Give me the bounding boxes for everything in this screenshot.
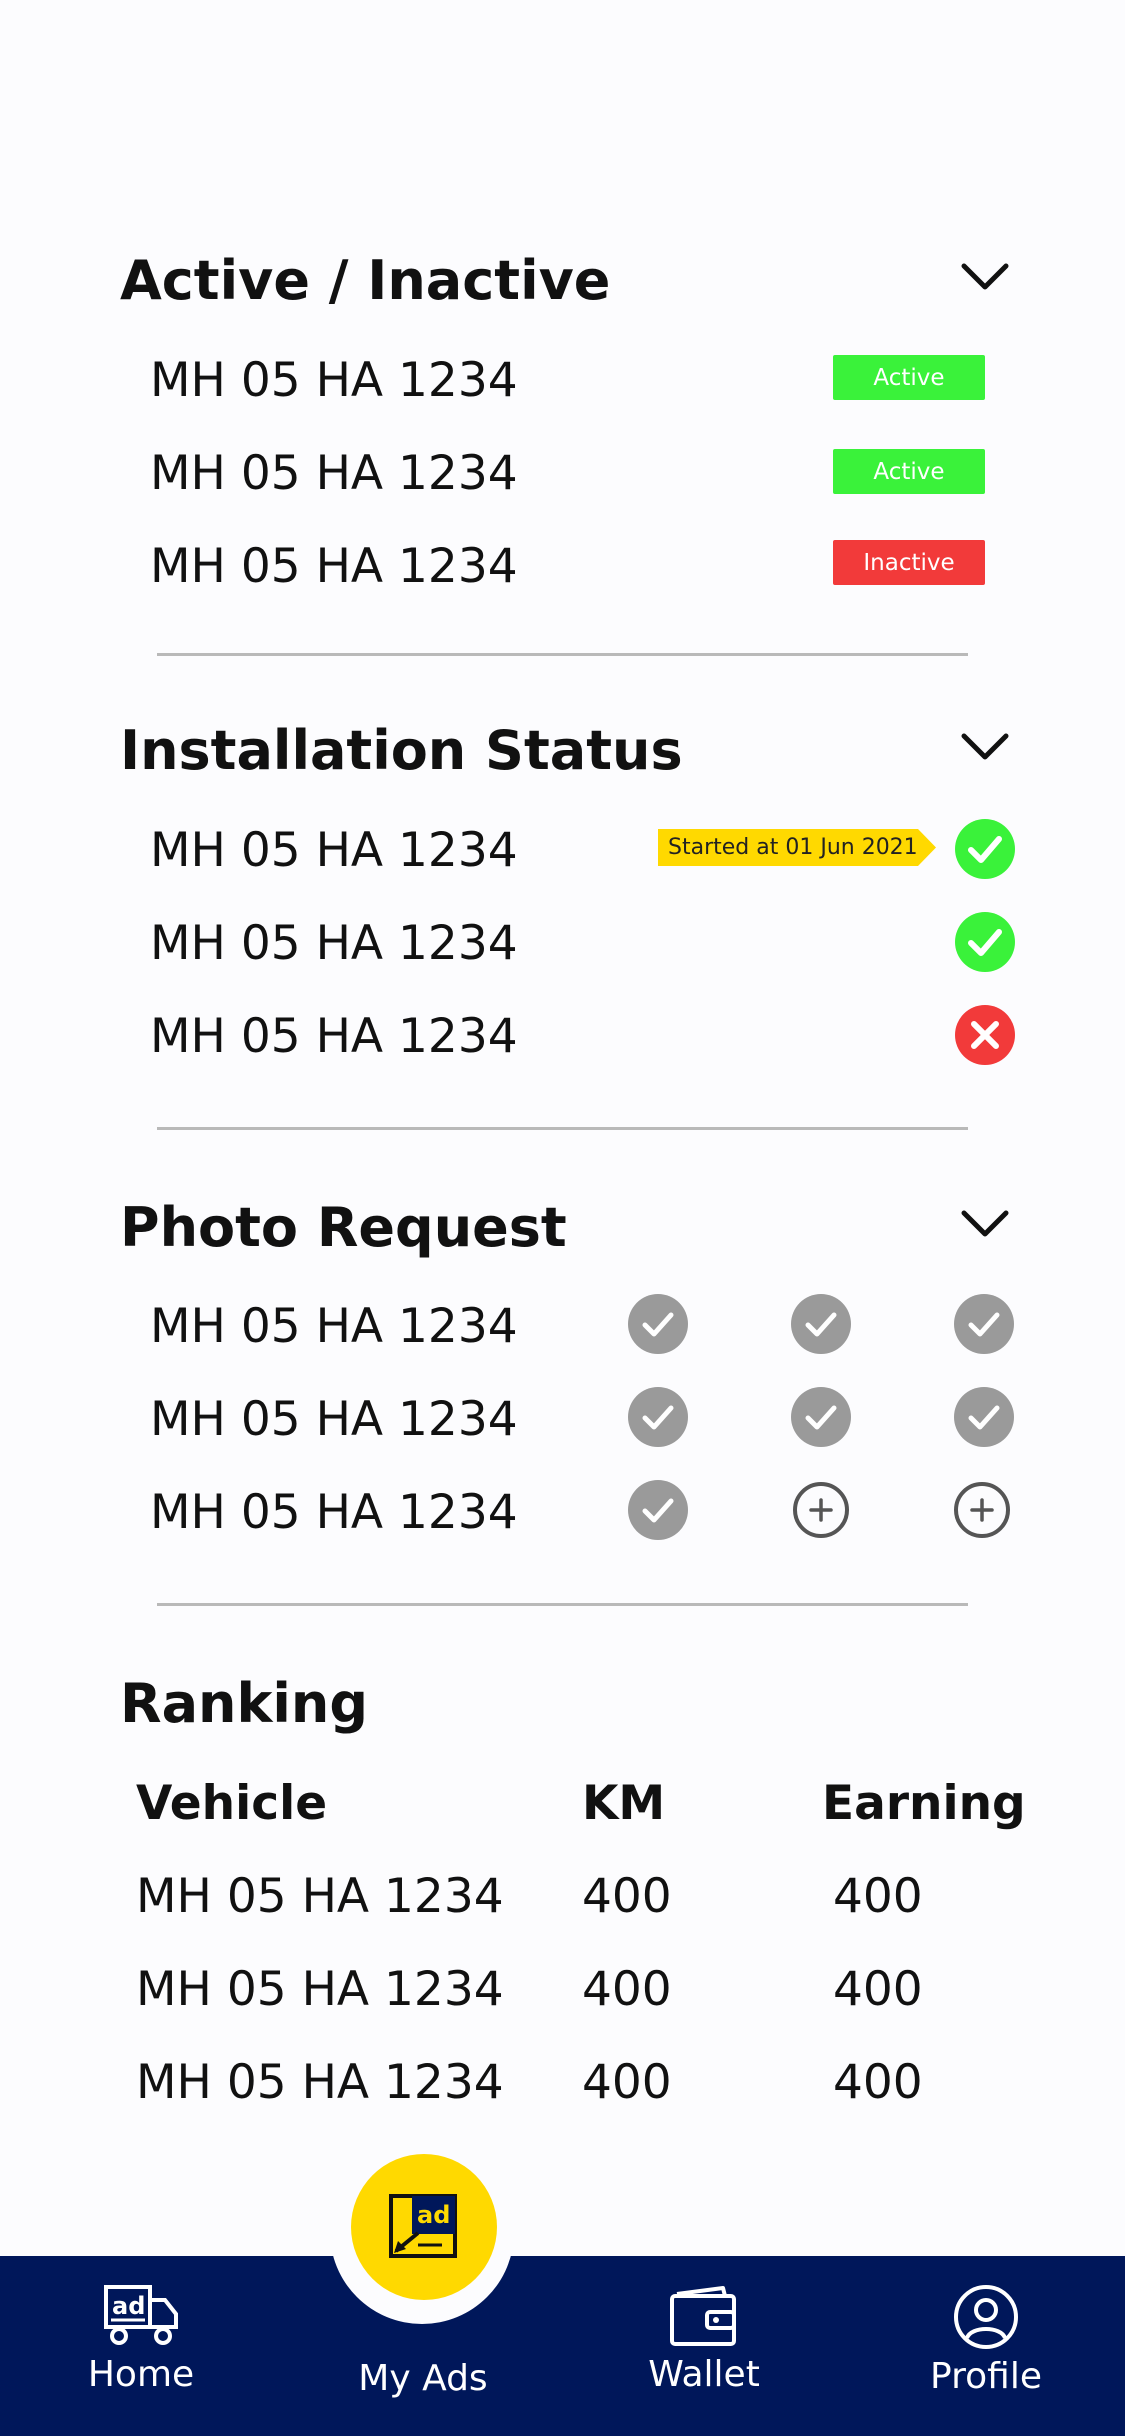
chevron-down-icon[interactable]	[960, 262, 1010, 292]
check-circle-icon	[954, 911, 1016, 973]
check-gray-icon[interactable]	[627, 1293, 689, 1355]
ranking-header-km: KM	[582, 1776, 666, 1831]
section-title-ranking: Ranking	[120, 1672, 368, 1735]
nav-wallet-label: Wallet	[648, 2354, 760, 2395]
section-title-active: Active / Inactive	[120, 249, 611, 312]
vehicle-label: MH 05 HA 1234	[150, 539, 518, 594]
status-badge: Active	[833, 355, 985, 400]
vehicle-label: MH 05 HA 1234	[150, 1485, 518, 1540]
ranking-vehicle: MH 05 HA 1234	[136, 1869, 504, 1924]
check-circle-icon	[954, 818, 1016, 880]
ad-icon: ad	[389, 2194, 457, 2258]
check-gray-icon[interactable]	[790, 1293, 852, 1355]
bottom-nav: ad Home My Ads Wallet Profile	[0, 2256, 1125, 2436]
started-tag: Started at 01 Jun 2021	[658, 829, 940, 866]
vehicle-label: MH 05 HA 1234	[150, 1299, 518, 1354]
svg-text:ad: ad	[112, 2292, 145, 2320]
wallet-icon	[670, 2286, 736, 2346]
ranking-vehicle: MH 05 HA 1234	[136, 1962, 504, 2017]
divider	[157, 653, 968, 656]
status-badge: Inactive	[833, 540, 985, 585]
chevron-down-icon[interactable]	[960, 732, 1010, 762]
add-photo-icon[interactable]	[790, 1479, 852, 1541]
section-title-photo: Photo Request	[120, 1196, 567, 1259]
my-ads-fab-button[interactable]: ad	[351, 2154, 497, 2300]
check-gray-icon[interactable]	[790, 1386, 852, 1448]
ranking-earning: 400	[833, 1869, 923, 1924]
ranking-header-vehicle: Vehicle	[136, 1776, 328, 1831]
vehicle-label: MH 05 HA 1234	[150, 823, 518, 878]
vehicle-label: MH 05 HA 1234	[150, 446, 518, 501]
ranking-earning: 400	[833, 1962, 923, 2017]
ranking-km: 400	[582, 1869, 672, 1924]
nav-home[interactable]: ad Home	[41, 2284, 241, 2395]
vehicle-label: MH 05 HA 1234	[150, 916, 518, 971]
ranking-km: 400	[582, 1962, 672, 2017]
vehicle-label: MH 05 HA 1234	[150, 353, 518, 408]
divider	[157, 1127, 968, 1130]
divider	[157, 1603, 968, 1606]
profile-icon	[954, 2285, 1018, 2349]
nav-myads-label: My Ads	[358, 2358, 488, 2399]
ranking-earning: 400	[833, 2055, 923, 2110]
ranking-vehicle: MH 05 HA 1234	[136, 2055, 504, 2110]
chevron-down-icon[interactable]	[960, 1209, 1010, 1239]
check-gray-icon[interactable]	[627, 1386, 689, 1448]
ad-truck-icon: ad	[104, 2285, 178, 2345]
nav-profile-label: Profile	[930, 2356, 1042, 2397]
check-gray-icon[interactable]	[953, 1386, 1015, 1448]
ranking-header-earning: Earning	[822, 1776, 1026, 1831]
started-tag-text: Started at 01 Jun 2021	[668, 835, 918, 860]
vehicle-label: MH 05 HA 1234	[150, 1392, 518, 1447]
vehicle-label: MH 05 HA 1234	[150, 1009, 518, 1064]
section-title-installation: Installation Status	[120, 719, 683, 782]
svg-text:ad: ad	[417, 2201, 450, 2229]
nav-myads[interactable]: My Ads	[323, 2352, 523, 2399]
cross-circle-icon	[954, 1004, 1016, 1066]
add-photo-icon[interactable]	[951, 1479, 1013, 1541]
check-gray-icon[interactable]	[627, 1479, 689, 1541]
nav-wallet[interactable]: Wallet	[604, 2284, 804, 2395]
ranking-km: 400	[582, 2055, 672, 2110]
status-badge: Active	[833, 449, 985, 494]
nav-profile[interactable]: Profile	[886, 2284, 1086, 2397]
nav-home-label: Home	[87, 2354, 195, 2395]
check-gray-icon[interactable]	[953, 1293, 1015, 1355]
